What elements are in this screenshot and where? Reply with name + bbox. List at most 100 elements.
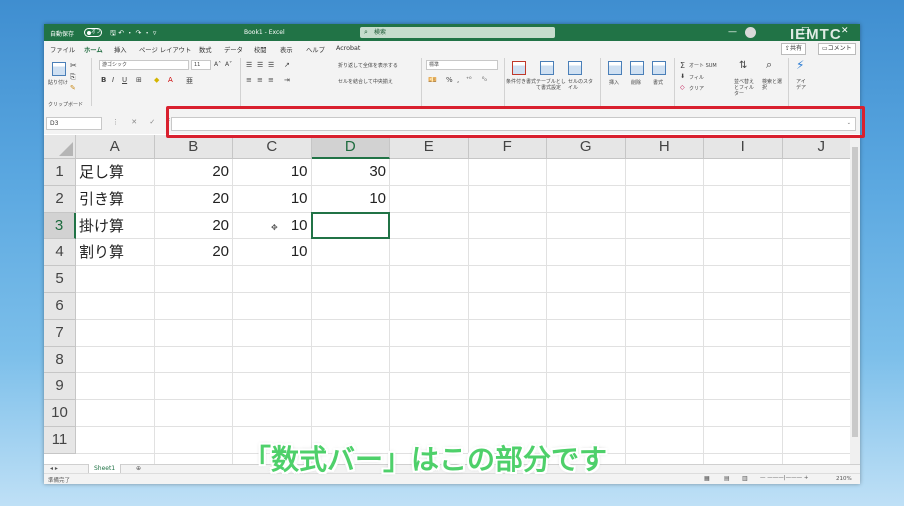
cell-d1[interactable]: 30 xyxy=(312,159,391,186)
row-header-4[interactable]: 4 xyxy=(44,239,76,267)
cut-icon[interactable]: ✂ xyxy=(70,61,77,70)
tab-insert[interactable]: 挿入 xyxy=(114,45,127,54)
view-page-break-icon[interactable]: ▥ xyxy=(742,475,748,482)
add-sheet-icon[interactable]: ⊕ xyxy=(136,465,141,472)
column-header-i[interactable]: I xyxy=(704,135,783,159)
clear-icon[interactable]: ◇ xyxy=(680,84,685,91)
cell-a4[interactable]: 割り算 xyxy=(76,239,158,266)
column-header-h[interactable]: H xyxy=(625,135,704,159)
conditional-format-label[interactable]: 条件付き書式 xyxy=(506,79,536,85)
autosum-label[interactable]: オート SUM xyxy=(689,62,717,69)
tab-page-layout[interactable]: ページ レイアウト xyxy=(139,45,191,54)
format-cells-icon[interactable] xyxy=(652,61,666,75)
currency-icon[interactable]: 💴 xyxy=(428,76,437,84)
spreadsheet-grid[interactable]: A B C D E F G H I J 1 2 3 4 5 6 7 8 9 10 11 足し算 20 10 30 引き算 20 10 1… xyxy=(44,135,850,464)
cell-b4[interactable]: 20 xyxy=(155,239,234,266)
cell-c2[interactable]: 10 xyxy=(233,186,312,213)
row-header-11[interactable]: 11 xyxy=(44,427,76,454)
cell-c1[interactable]: 10 xyxy=(233,159,312,186)
merge-center-button[interactable]: セルを結合して中央揃え xyxy=(338,78,393,85)
paste-label[interactable]: 貼り付け xyxy=(48,79,68,86)
cell-style-icon[interactable] xyxy=(568,61,582,75)
comment-button[interactable]: ▭コメント xyxy=(818,43,856,55)
ideas-label[interactable]: アイデア xyxy=(796,79,808,91)
cell-a1[interactable]: 足し算 xyxy=(76,159,158,186)
percent-icon[interactable]: % xyxy=(446,76,453,84)
insert-cells-icon[interactable] xyxy=(608,61,622,75)
orientation-icon[interactable]: ↗ xyxy=(284,61,290,69)
phonetic-icon[interactable]: 亜 xyxy=(186,76,193,86)
insert-label[interactable]: 挿入 xyxy=(609,79,619,86)
cell-d2[interactable]: 10 xyxy=(312,186,391,213)
column-header-e[interactable]: E xyxy=(390,135,469,159)
decrease-decimal-icon[interactable]: ⁰₀ xyxy=(482,76,487,83)
zoom-level[interactable]: 210% xyxy=(836,476,852,482)
column-header-c[interactable]: C xyxy=(233,135,312,159)
find-select-label[interactable]: 検索と選択 xyxy=(762,79,784,91)
autosum-icon[interactable]: Σ xyxy=(680,61,685,70)
clipboard-icon[interactable] xyxy=(52,62,66,76)
sort-filter-label[interactable]: 並べ替えとフィルター xyxy=(734,79,758,97)
tab-view[interactable]: 表示 xyxy=(280,45,293,54)
font-name-select[interactable]: 游ゴシック xyxy=(99,60,189,70)
name-box[interactable]: D3 xyxy=(46,117,102,130)
column-header-b[interactable]: B xyxy=(154,135,233,159)
row-header-1[interactable]: 1 xyxy=(44,159,76,186)
bold-button[interactable]: B xyxy=(101,76,106,84)
row-header-10[interactable]: 10 xyxy=(44,400,76,427)
tab-acrobat[interactable]: Acrobat xyxy=(336,45,360,52)
align-bottom-icon[interactable]: ☰ xyxy=(268,61,274,69)
tab-file[interactable]: ファイル xyxy=(50,45,75,54)
delete-label[interactable]: 削除 xyxy=(631,79,641,86)
indent-icon[interactable]: ⇥ xyxy=(284,76,290,84)
align-right-icon[interactable]: ≡ xyxy=(268,76,274,84)
format-label[interactable]: 書式 xyxy=(653,79,663,86)
tab-review[interactable]: 校閲 xyxy=(254,45,267,54)
border-icon[interactable]: ⊞ xyxy=(136,76,142,84)
minimize-button[interactable]: — xyxy=(728,27,737,37)
quick-access-toolbar[interactable]: 🖫 ↶ ・ ↷ ・ ▿ xyxy=(110,28,156,40)
number-format-select[interactable]: 標準 xyxy=(426,60,498,70)
cell-b2[interactable]: 20 xyxy=(155,186,234,213)
tab-data[interactable]: データ xyxy=(224,45,243,54)
cell-b1[interactable]: 20 xyxy=(155,159,234,186)
column-header-d[interactable]: D xyxy=(311,135,390,159)
font-size-select[interactable]: 11 xyxy=(191,60,211,70)
row-header-2[interactable]: 2 xyxy=(44,185,76,213)
tab-formulas[interactable]: 数式 xyxy=(199,45,212,54)
format-table-icon[interactable] xyxy=(540,61,554,75)
row-header-3[interactable]: 3 xyxy=(44,212,76,240)
view-page-layout-icon[interactable]: ▤ xyxy=(724,475,730,482)
cell-b3[interactable]: 20 xyxy=(155,213,234,240)
align-top-icon[interactable]: ☰ xyxy=(246,61,252,69)
column-header-j[interactable]: J xyxy=(782,135,850,159)
copy-icon[interactable]: ⎘ xyxy=(70,73,76,82)
autosave-toggle[interactable]: オフ xyxy=(84,28,102,37)
underline-button[interactable]: U xyxy=(122,76,127,84)
row-header-8[interactable]: 8 xyxy=(44,346,76,374)
fill-color-icon[interactable]: ◆ xyxy=(154,76,159,84)
fill-icon[interactable]: ⬇ xyxy=(680,73,685,80)
font-color-icon[interactable]: A xyxy=(168,76,173,84)
row-header-5[interactable]: 5 xyxy=(44,266,76,293)
column-header-a[interactable]: A xyxy=(76,135,155,159)
font-grow-button[interactable]: A˄ xyxy=(214,61,221,68)
find-icon[interactable]: ⌕ xyxy=(766,58,772,72)
conditional-format-icon[interactable] xyxy=(512,61,526,75)
tab-home[interactable]: ホーム xyxy=(84,45,103,57)
format-table-label[interactable]: テーブルとして書式設定 xyxy=(536,79,568,91)
share-button[interactable]: ⇪共有 xyxy=(781,43,807,55)
avatar[interactable] xyxy=(745,27,756,38)
scrollbar-thumb[interactable] xyxy=(852,147,858,437)
ideas-icon[interactable]: ⚡ xyxy=(796,58,804,72)
tab-help[interactable]: ヘルプ xyxy=(306,45,325,54)
zoom-slider[interactable]: — ———|——— + xyxy=(760,475,808,481)
comma-icon[interactable]: , xyxy=(457,76,459,84)
delete-cells-icon[interactable] xyxy=(630,61,644,75)
cell-a3[interactable]: 掛け算 xyxy=(76,213,158,240)
align-left-icon[interactable]: ≡ xyxy=(246,76,252,84)
column-header-f[interactable]: F xyxy=(468,135,547,159)
view-normal-icon[interactable]: ▦ xyxy=(704,475,710,482)
cell-c4[interactable]: 10 xyxy=(233,239,312,266)
align-center-icon[interactable]: ≡ xyxy=(257,76,263,84)
